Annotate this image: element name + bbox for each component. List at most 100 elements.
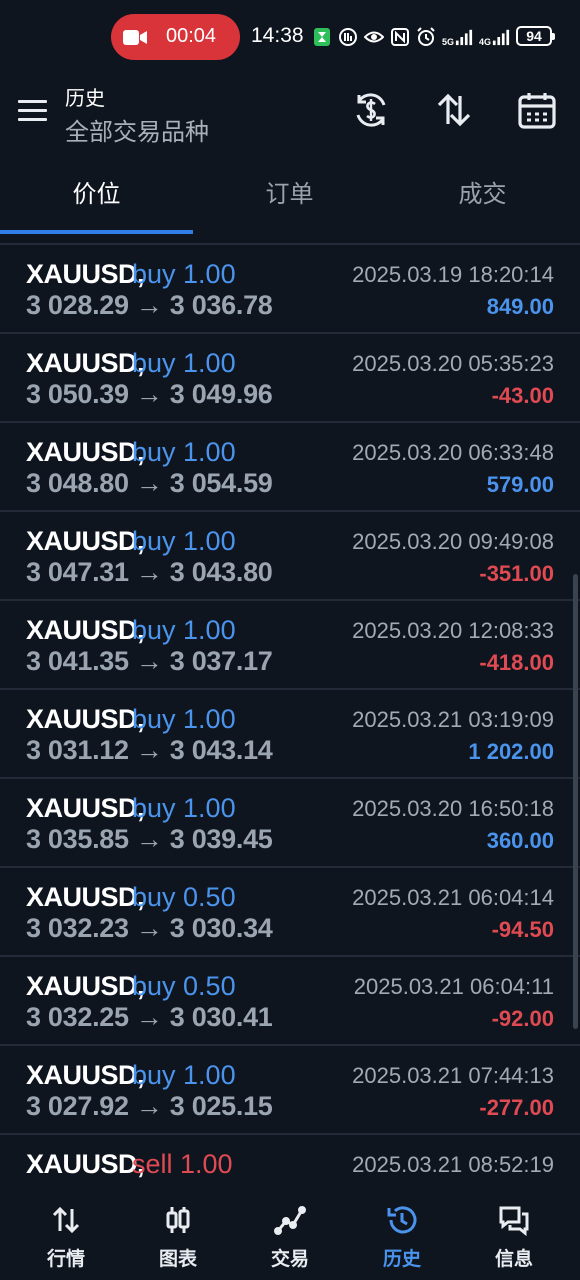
tab-deals[interactable]: 成交 <box>386 162 579 230</box>
deal-row[interactable]: XAUUSD, buy 0.50 3 032.23 → 3 030.34 2025.0… <box>0 868 580 957</box>
deal-side-volume: buy 1.00 <box>132 437 236 467</box>
nav-messages[interactable]: 信息 <box>456 1190 572 1280</box>
calendar-icon[interactable] <box>517 90 557 130</box>
deal-side-volume: buy 1.00 <box>132 259 236 289</box>
deal-row[interactable]: XAUUSD, sell 1.00 2025.03.21 08:52:19 <box>0 1135 580 1190</box>
deal-side-volume: sell 1.00 <box>132 1149 233 1179</box>
deal-symbol: XAUUSD, <box>26 348 145 378</box>
hourglass-icon <box>312 27 332 47</box>
deal-side-volume: buy 1.00 <box>132 793 236 823</box>
screen-recording-pill[interactable]: 00:04 <box>111 14 240 60</box>
deal-prices: 3 027.92 → 3 025.15 <box>26 1091 273 1121</box>
deal-time: 2025.03.21 07:44:13 <box>352 1063 554 1088</box>
deal-prices: 3 031.12 → 3 043.14 <box>26 735 273 765</box>
signal-5g-icon: 5G <box>442 27 473 47</box>
deal-row[interactable]: XAUUSD, buy 1.00 3 041.35 → 3 037.17 2025.0… <box>0 601 580 690</box>
deal-profit: 849.00 <box>486 294 554 319</box>
messages-icon <box>498 1204 530 1237</box>
deal-row[interactable]: XAUUSD, buy 1.00 3 048.80 → 3 054.59 2025.0… <box>0 423 580 512</box>
deal-prices: 3 047.31 → 3 043.80 <box>26 557 273 587</box>
deal-row[interactable]: XAUUSD, buy 1.00 3 035.85 → 3 039.45 2025.0… <box>0 779 580 868</box>
deal-prices: 3 035.85 → 3 039.45 <box>26 824 273 854</box>
history-tabs: 价位 订单 成交 <box>0 162 580 234</box>
deal-time: 2025.03.20 05:35:23 <box>352 351 554 376</box>
battery-indicator: 94 <box>516 26 555 46</box>
nav-label: 行情 <box>46 1249 85 1270</box>
deal-symbol: XAUUSD, <box>26 1060 145 1090</box>
deal-profit: -92.00 <box>491 1006 554 1031</box>
deal-profit: 360.00 <box>486 828 554 853</box>
video-camera-icon <box>123 30 147 45</box>
deal-symbol: XAUUSD, <box>26 793 145 823</box>
app-header: 历史 全部交易品种 <box>0 76 580 152</box>
nav-label: 历史 <box>382 1249 421 1270</box>
active-tab-indicator <box>0 230 193 234</box>
quotes-icon <box>50 1204 82 1236</box>
history-icon <box>386 1204 418 1236</box>
deal-row[interactable]: XAUUSD, buy 0.50 3 032.25 → 3 030.41 2025.0… <box>0 957 580 1046</box>
deal-prices: 3 028.29 → 3 036.78 <box>26 290 273 320</box>
deal-symbol: XAUUSD, <box>26 704 145 734</box>
deal-time: 2025.03.21 03:19:09 <box>352 707 554 732</box>
deal-prices: 3 032.25 → 3 030.41 <box>26 1002 273 1032</box>
deal-profit: -351.00 <box>479 561 554 586</box>
scrollbar[interactable] <box>573 574 578 1029</box>
deal-prices: 3 048.80 → 3 054.59 <box>26 468 273 498</box>
symbol-filter[interactable]: 全部交易品种 <box>65 112 209 147</box>
deal-profit: -43.00 <box>491 383 554 408</box>
deal-side-volume: buy 1.00 <box>132 1060 236 1090</box>
currency-switch-icon[interactable] <box>351 90 391 130</box>
deal-row[interactable]: XAUUSD, buy 1.00 3 031.12 → 3 043.14 2025.0… <box>0 690 580 779</box>
nav-label: 交易 <box>270 1249 309 1270</box>
deal-profit: -418.00 <box>479 650 554 675</box>
deal-time: 2025.03.21 06:04:14 <box>352 885 554 910</box>
deal-side-volume: buy 1.00 <box>132 348 236 378</box>
chart-icon <box>162 1204 194 1236</box>
status-bar: 00:04 14:38 5G 4G 94 <box>0 0 580 76</box>
deal-symbol: XAUUSD, <box>26 526 145 556</box>
deal-side-volume: buy 1.00 <box>132 615 236 645</box>
menu-icon[interactable] <box>18 100 47 122</box>
bottom-navigation: 行情 图表 交易 历史 信息 <box>0 1190 580 1280</box>
tab-positions[interactable]: 价位 <box>0 162 193 230</box>
tab-orders[interactable]: 订单 <box>193 162 386 230</box>
deal-symbol: XAUUSD, <box>26 437 145 467</box>
eye-icon <box>364 27 384 47</box>
nav-label: 图表 <box>158 1249 197 1270</box>
nav-history[interactable]: 历史 <box>344 1190 460 1280</box>
nav-quotes[interactable]: 行情 <box>8 1190 124 1280</box>
deal-profit: 579.00 <box>486 472 554 497</box>
deal-side-volume: buy 0.50 <box>132 882 236 912</box>
deal-list[interactable]: XAUUSD, buy 1.00 3 028.29 → 3 036.78 2025.0… <box>0 245 580 1190</box>
deal-row[interactable]: XAUUSD, buy 1.00 3 050.39 → 3 049.96 2025.0… <box>0 334 580 423</box>
deal-symbol: XAUUSD, <box>26 615 145 645</box>
nfc-icon <box>390 27 410 47</box>
deal-time: 2025.03.21 08:52:19 <box>352 1152 554 1177</box>
deal-symbol: XAUUSD, <box>26 1149 145 1179</box>
deal-side-volume: buy 0.50 <box>132 971 236 1001</box>
deal-side-volume: buy 1.00 <box>132 526 236 556</box>
deal-time: 2025.03.19 18:20:14 <box>352 262 554 287</box>
deal-time: 2025.03.21 06:04:11 <box>353 974 554 999</box>
sort-icon[interactable] <box>434 90 474 130</box>
deal-prices: 3 041.35 → 3 037.17 <box>26 646 273 676</box>
trade-icon <box>274 1204 306 1236</box>
deal-profit: 1 202.00 <box>468 739 554 764</box>
status-icons: 5G 4G <box>312 24 510 50</box>
nav-chart[interactable]: 图表 <box>120 1190 236 1280</box>
deal-time: 2025.03.20 12:08:33 <box>352 618 554 643</box>
nfc-badge-icon <box>338 27 358 47</box>
deal-prices: 3 032.23 → 3 030.34 <box>26 913 273 943</box>
recording-timer: 00:04 <box>166 25 217 47</box>
deal-row[interactable]: XAUUSD, buy 1.00 3 028.29 → 3 036.78 2025.0… <box>0 245 580 334</box>
deal-row[interactable]: XAUUSD, buy 1.00 3 047.31 → 3 043.80 2025.0… <box>0 512 580 601</box>
deal-time: 2025.03.20 09:49:08 <box>352 529 554 554</box>
deal-symbol: XAUUSD, <box>26 259 145 289</box>
nav-label: 信息 <box>494 1249 533 1270</box>
status-clock: 14:38 <box>251 24 304 47</box>
page-title: 历史 <box>65 88 105 110</box>
deal-symbol: XAUUSD, <box>26 971 145 1001</box>
alarm-icon <box>416 27 436 47</box>
deal-row[interactable]: XAUUSD, buy 1.00 3 027.92 → 3 025.15 2025.0… <box>0 1046 580 1135</box>
nav-trade[interactable]: 交易 <box>232 1190 348 1280</box>
